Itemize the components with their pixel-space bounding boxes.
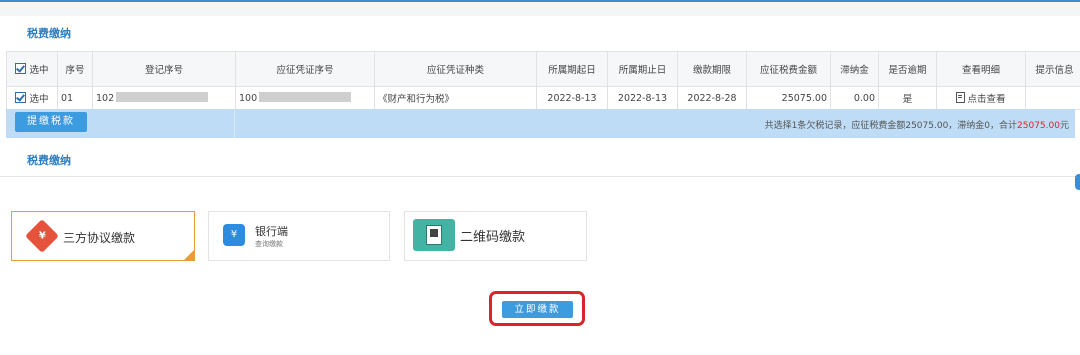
header-period-end: 所属期止日 xyxy=(607,51,678,87)
submit-tax-button[interactable]: 提缴税款 xyxy=(15,112,87,132)
qr-code-icon xyxy=(413,219,455,251)
header-late-fee: 滞纳金 xyxy=(830,51,879,87)
action-bar: 提缴税款 共选择1条欠税记录，应征税费金额25075.00，滞纳金0，合计250… xyxy=(6,109,1075,138)
row-voucher-type: 《财产和行为税》 xyxy=(374,86,537,110)
bar-divider xyxy=(234,109,235,138)
row-amount: 25075.00 xyxy=(746,86,831,110)
row-late-fee: 0.00 xyxy=(830,86,879,110)
pay-now-button[interactable]: 立即缴款 xyxy=(502,301,573,318)
row-period-start: 2022-8-13 xyxy=(536,86,608,110)
header-reg-no: 登记序号 xyxy=(92,51,236,87)
header-index: 序号 xyxy=(57,51,93,87)
document-icon xyxy=(956,92,966,103)
row-period-end: 2022-8-13 xyxy=(607,86,678,110)
row-checkbox[interactable] xyxy=(15,92,27,103)
header-voucher-type: 应征凭证种类 xyxy=(374,51,537,87)
payment-summary: 共选择1条欠税记录，应征税费金额25075.00，滞纳金0，合计25075.00… xyxy=(764,121,1069,131)
redacted-mask xyxy=(116,92,209,102)
header-deadline: 缴款期限 xyxy=(677,51,747,87)
header-overdue: 是否逾期 xyxy=(878,51,937,87)
row-reg-no: 102 xyxy=(92,86,236,110)
row-deadline: 2022-8-28 xyxy=(677,86,747,110)
redacted-mask xyxy=(259,92,352,102)
option-bank[interactable]: ¥ 银行端 查询缴款 xyxy=(208,211,390,261)
header-select[interactable]: 选中 xyxy=(6,51,58,87)
header-voucher-no: 应征凭证序号 xyxy=(235,51,375,87)
tax-agreement-icon: ¥ xyxy=(25,219,59,253)
top-band xyxy=(0,2,1080,16)
header-amount: 应征税费金额 xyxy=(746,51,831,87)
section-title-tax-payment: 税费缴纳 xyxy=(27,27,71,40)
view-detail-link[interactable]: 点击查看 xyxy=(967,94,1005,105)
row-select[interactable]: 选中 xyxy=(6,86,58,110)
row-overdue: 是 xyxy=(878,86,937,110)
pay-now-highlight: 立即缴款 xyxy=(489,291,585,326)
row-view-detail[interactable]: 点击查看 xyxy=(936,86,1026,110)
header-view-detail: 查看明细 xyxy=(936,51,1026,87)
section-divider xyxy=(0,176,1080,177)
row-hint xyxy=(1025,86,1080,110)
summary-total: 25075.00 xyxy=(1017,121,1060,131)
tax-table: 选中 序号 登记序号 应征凭证序号 应征凭证种类 所属期起日 所属期止日 缴款期… xyxy=(6,51,1080,110)
row-voucher-no: 100 xyxy=(235,86,375,110)
selected-corner-icon xyxy=(184,250,194,260)
option-tripartite-agreement[interactable]: ¥ 三方协议缴款 xyxy=(11,211,195,261)
side-scroll-tab[interactable] xyxy=(1075,174,1080,190)
section-title-payment-method: 税费缴纳 xyxy=(27,154,71,167)
select-all-checkbox[interactable] xyxy=(15,63,27,74)
table-header-row: 选中 序号 登记序号 应征凭证序号 应征凭证种类 所属期起日 所属期止日 缴款期… xyxy=(6,51,1080,87)
table-row[interactable]: 选中 01 102 100 《财产和行为税》 2022-8-13 2022-8-… xyxy=(6,86,1080,110)
bank-icon: ¥ xyxy=(223,224,245,246)
option-qr-code[interactable]: 二维码缴款 xyxy=(404,211,587,261)
header-period-start: 所属期起日 xyxy=(536,51,608,87)
header-hint: 提示信息 xyxy=(1025,51,1080,87)
row-index: 01 xyxy=(57,86,93,110)
